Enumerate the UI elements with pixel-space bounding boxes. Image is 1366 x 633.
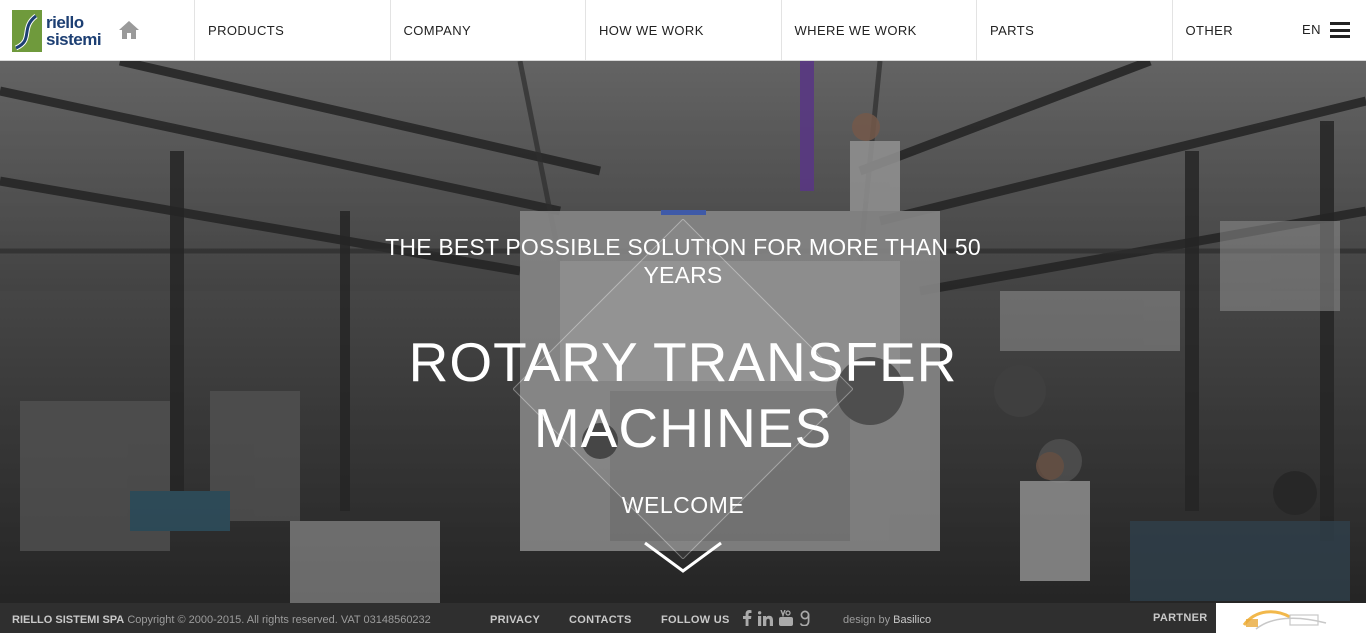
logo-text: riello sistemi (46, 13, 102, 49)
nav-item-parts[interactable]: PARTS (976, 0, 1172, 60)
site-header: riello sistemi PRODUCTS COMPANY HOW WE W… (0, 0, 1366, 61)
design-by-label: design by (843, 614, 891, 626)
chevron-down-icon[interactable] (643, 539, 723, 575)
partner-logo-icon (1242, 610, 1327, 630)
follow-us-label: FOLLOW US (661, 614, 730, 626)
designer-link[interactable]: Basilico (893, 614, 931, 626)
menu-bar (1330, 28, 1350, 32)
nav-item-company[interactable]: COMPANY (389, 0, 586, 60)
design-credit: design by Basilico (843, 614, 931, 626)
site-footer: RIELLO SISTEMI SPA Copyright © 2000-2015… (0, 603, 1366, 633)
hero-tagline: THE BEST POSSIBLE SOLUTION FOR MORE THAN… (385, 234, 981, 288)
hero-title-line-1: ROTARY TRANSFER (408, 331, 958, 393)
logo-line-2: sistemi (46, 30, 102, 49)
language-selector[interactable]: EN (1302, 22, 1321, 37)
privacy-link[interactable]: PRIVACY (490, 614, 540, 626)
social-links (742, 609, 817, 627)
partner-logo[interactable] (1216, 603, 1366, 633)
nav-item-how-we-work[interactable]: HOW WE WORK (585, 0, 781, 60)
menu-bar (1330, 35, 1350, 38)
logo-line-1: riello (46, 13, 84, 32)
logo-mark-icon (12, 10, 42, 52)
contacts-link[interactable]: CONTACTS (569, 614, 632, 626)
nav-item-label: OTHER (1185, 22, 1233, 38)
google-plus-icon[interactable] (799, 610, 811, 626)
hero-accent-bar (661, 210, 706, 215)
copyright-notice: Copyright © 2000-2015. All rights reserv… (127, 614, 431, 626)
nav-item-label: COMPANY (403, 22, 472, 38)
nav-item-where-we-work[interactable]: WHERE WE WORK (780, 0, 977, 60)
hero-title: ROTARY TRANSFER MACHINES (333, 329, 1033, 461)
linkedin-icon[interactable] (758, 610, 773, 626)
nav-item-label: PARTS (990, 22, 1035, 38)
menu-bar (1330, 22, 1350, 25)
hero-title-line-2: MACHINES (533, 397, 833, 459)
partner-label: PARTNER (1153, 612, 1208, 624)
nav-item-other[interactable]: OTHER (1171, 0, 1302, 60)
home-icon[interactable] (118, 20, 140, 40)
main-nav: PRODUCTS COMPANY HOW WE WORK WHERE WE WO… (194, 0, 1302, 60)
hero-banner: THE BEST POSSIBLE SOLUTION FOR MORE THAN… (0, 61, 1366, 603)
nav-item-label: PRODUCTS (208, 22, 285, 38)
copyright-text: RIELLO SISTEMI SPA Copyright © 2000-2015… (12, 614, 431, 626)
hero-welcome: WELCOME (621, 492, 745, 518)
nav-item-products[interactable]: PRODUCTS (194, 0, 390, 60)
riello-sistemi-logo[interactable]: riello sistemi (12, 10, 106, 52)
nav-item-label: HOW WE WORK (599, 22, 704, 38)
youtube-icon[interactable] (779, 610, 793, 626)
facebook-icon[interactable] (742, 610, 752, 626)
company-name: RIELLO SISTEMI SPA (12, 614, 125, 626)
nav-item-label: WHERE WE WORK (794, 22, 917, 38)
hamburger-menu-icon[interactable] (1330, 22, 1350, 38)
